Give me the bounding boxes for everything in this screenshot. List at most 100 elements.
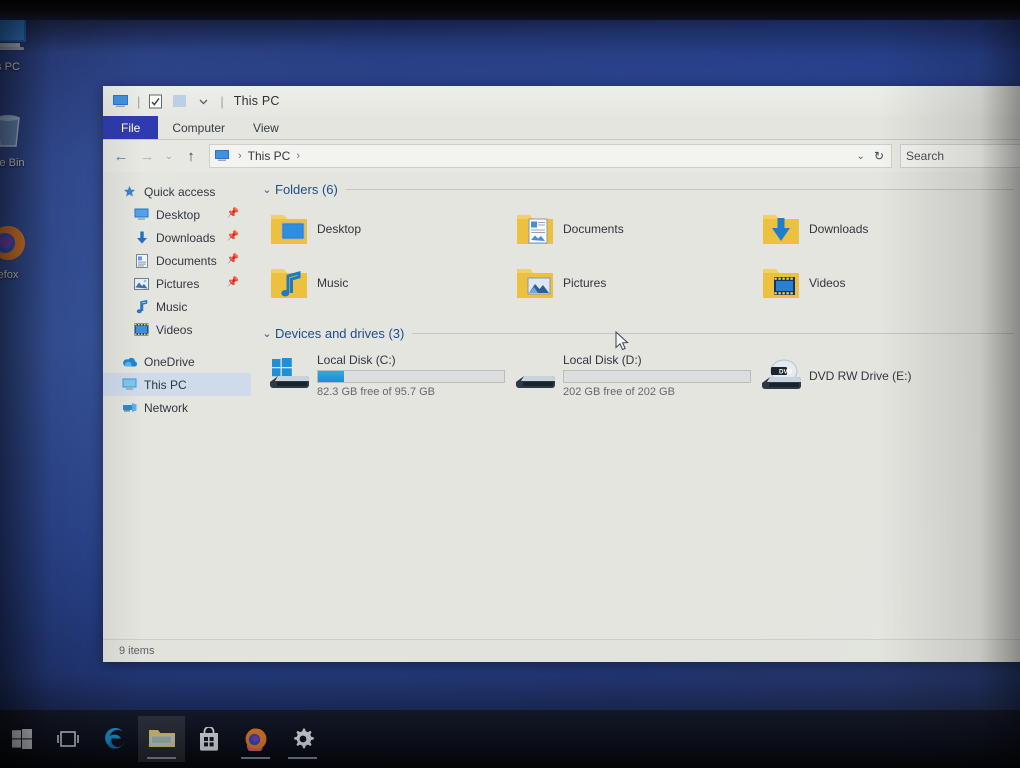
title-bar: | | This PC (103, 86, 1020, 116)
dvd-drive-icon: DVD (759, 353, 805, 397)
svg-text:DVD: DVD (779, 368, 793, 375)
search-input[interactable]: Search (900, 144, 1020, 168)
task-view-button[interactable] (44, 716, 91, 762)
tab-computer[interactable]: Computer (158, 116, 239, 140)
recent-locations-button[interactable]: ⌄ (161, 144, 177, 168)
sidebar-item-downloads[interactable]: Downloads 📌 (103, 226, 251, 249)
sidebar-item-quick-access[interactable]: Quick access (103, 180, 251, 203)
sidebar-item-pictures[interactable]: Pictures 📌 (103, 272, 251, 295)
folder-item-label: Videos (809, 276, 846, 290)
drive-capacity-text: 202 GB free of 202 GB (563, 386, 675, 398)
sidebar-item-music[interactable]: Music (103, 295, 251, 318)
folder-item-videos[interactable]: Videos (759, 256, 1005, 310)
file-explorer-button[interactable] (138, 716, 185, 762)
sidebar-item-onedrive[interactable]: OneDrive (103, 350, 251, 373)
breadcrumb-separator-end[interactable]: › (292, 150, 304, 162)
drive-label: Local Disk (D:) (563, 353, 642, 367)
customize-dropdown-icon[interactable] (192, 91, 214, 111)
screen-photo: s PC cle Bin efox (0, 0, 1020, 768)
drive-capacity-bar (317, 370, 505, 383)
sidebar-item-label: Desktop (156, 207, 201, 222)
group-header-devices[interactable]: ⌄ Devices and drives (3) (259, 324, 1020, 342)
sidebar-item-label: Network (144, 400, 189, 415)
music-icon (133, 299, 150, 315)
edge-button[interactable] (91, 716, 138, 762)
recycle-bin-icon (0, 110, 44, 156)
sidebar-item-this-pc[interactable]: This PC (103, 373, 251, 396)
desktop-icon-label: efox (0, 269, 19, 281)
drive-label: Local Disk (C:) (317, 353, 396, 367)
breadcrumb-this-pc[interactable]: This PC (246, 149, 293, 163)
tab-file[interactable]: File (103, 116, 159, 140)
pictures-icon (133, 276, 150, 292)
this-pc-icon[interactable] (109, 91, 131, 111)
folder-item-label: Pictures (563, 276, 607, 290)
chevron-down-icon[interactable]: ⌄ (259, 183, 275, 196)
navigation-pane: Quick access Desktop 📌 Downloads 📌 Docum… (103, 172, 251, 639)
chevron-down-icon[interactable]: ⌄ (854, 151, 868, 162)
forward-button[interactable]: → (135, 144, 159, 168)
back-button[interactable]: ← (109, 144, 133, 168)
refresh-icon[interactable]: ↻ (871, 149, 887, 163)
store-button[interactable] (185, 716, 232, 762)
folder-music-icon (267, 261, 311, 305)
this-pc-icon (214, 149, 230, 163)
videos-icon (133, 322, 150, 338)
drive-item-local-disk-c[interactable]: Local Disk (C:) 82.3 GB free of 95.7 GB (267, 346, 513, 410)
folder-item-documents[interactable]: Documents (513, 202, 759, 256)
pin-icon[interactable]: 📌 (227, 231, 239, 242)
sidebar-item-label: Quick access (144, 184, 216, 199)
pin-icon[interactable]: 📌 (227, 254, 239, 265)
toolbar-divider: | (137, 93, 141, 109)
sidebar-item-label: OneDrive (144, 354, 195, 369)
settings-button[interactable] (279, 716, 326, 762)
desktop-icon-label: s PC (0, 61, 20, 73)
pin-icon[interactable]: 📌 (227, 208, 239, 219)
sidebar-item-videos[interactable]: Videos (103, 318, 251, 341)
sidebar-item-label: Videos (156, 322, 193, 337)
sidebar-item-label: Documents (156, 253, 217, 268)
start-button[interactable] (0, 716, 44, 762)
folder-documents-icon (513, 207, 557, 251)
pin-icon[interactable]: 📌 (227, 277, 239, 288)
monitor-bezel-top (0, 0, 1020, 20)
desktop-icon-firefox[interactable]: efox (0, 222, 44, 281)
drive-item-local-disk-d[interactable]: Local Disk (D:) 202 GB free of 202 GB (513, 346, 759, 410)
up-button[interactable]: ↑ (179, 144, 203, 168)
title-divider: | (220, 93, 224, 109)
drive-capacity-bar (563, 370, 751, 383)
address-bar[interactable]: › This PC › ⌄ ↻ (209, 144, 892, 168)
folder-item-label: Music (317, 276, 349, 290)
firefox-button[interactable] (232, 716, 279, 762)
tab-view[interactable]: View (239, 116, 293, 140)
running-indicator (241, 757, 270, 759)
sidebar-item-desktop[interactable]: Desktop 📌 (103, 203, 251, 226)
sidebar-item-documents[interactable]: Documents 📌 (103, 249, 251, 272)
ribbon-tab-bar: File Computer View (103, 116, 1020, 140)
folder-item-downloads[interactable]: Downloads (759, 202, 1005, 256)
chevron-down-icon[interactable]: ⌄ (259, 327, 275, 340)
drive-capacity-fill (318, 371, 345, 382)
group-title: Devices and drives (3) (275, 325, 405, 341)
status-item-count: 9 items (119, 645, 155, 657)
status-bar: 9 items (103, 639, 1020, 662)
folder-item-label: Downloads (809, 222, 869, 236)
new-folder-icon[interactable] (168, 91, 190, 111)
folder-item-desktop[interactable]: Desktop (267, 202, 513, 256)
sidebar-item-label: This PC (144, 377, 187, 392)
content-pane[interactable]: ⌄ Folders (6) Desktop Documents Download… (251, 172, 1020, 639)
group-header-folders[interactable]: ⌄ Folders (6) (259, 180, 1020, 198)
folder-item-music[interactable]: Music (267, 256, 513, 310)
folder-item-pictures[interactable]: Pictures (513, 256, 759, 310)
desktop-icon-this-pc[interactable]: s PC (0, 14, 44, 73)
properties-icon[interactable] (144, 91, 166, 111)
desktop-icon-recycle-bin[interactable]: cle Bin (0, 110, 44, 169)
this-pc-icon (0, 14, 44, 60)
folder-videos-icon (759, 261, 803, 305)
firefox-icon (0, 222, 44, 268)
drive-capacity-text: 82.3 GB free of 95.7 GB (317, 386, 436, 398)
drive-item-dvd-rw-e[interactable]: DVD DVD RW Drive (E:) (759, 346, 1005, 404)
group-divider (412, 332, 1014, 334)
sidebar-item-network[interactable]: Network (103, 396, 251, 419)
